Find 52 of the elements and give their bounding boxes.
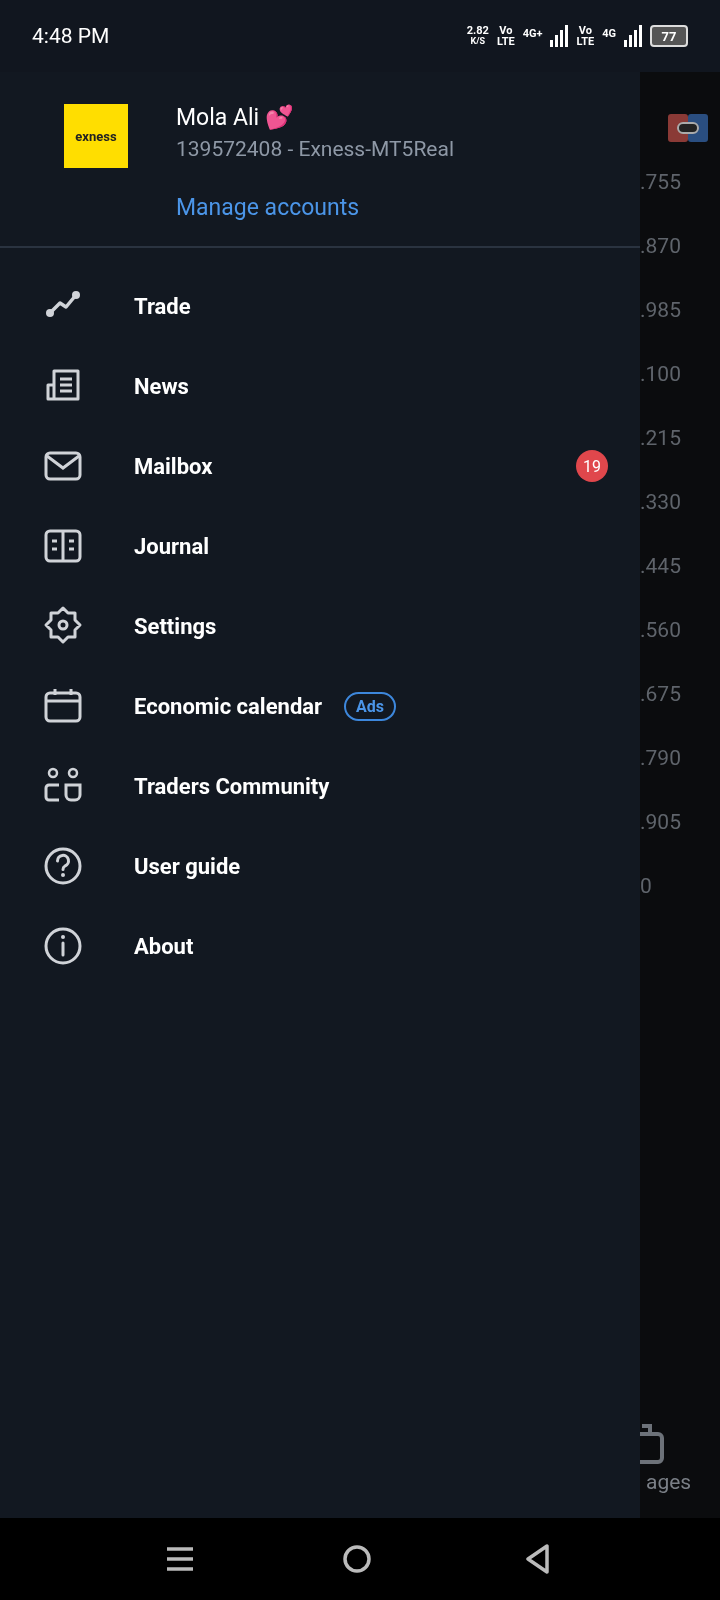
- menu-item[interactable]: Economic calendar Ads: [0, 666, 640, 746]
- menu-item[interactable]: Traders Community: [0, 746, 640, 826]
- menu-item[interactable]: About: [0, 906, 640, 986]
- status-time: 4:48 PM: [32, 24, 110, 48]
- manage-accounts-link[interactable]: Manage accounts: [176, 194, 454, 221]
- price-label: .905: [640, 809, 681, 836]
- menu-label: Trade: [134, 293, 191, 319]
- menu-item[interactable]: Mailbox 19: [0, 426, 640, 506]
- price-label: .445: [640, 553, 681, 580]
- menu-item[interactable]: News: [0, 346, 640, 426]
- home-icon[interactable]: [342, 1544, 372, 1574]
- price-label: .790: [640, 745, 681, 772]
- signal-icon: [624, 25, 642, 47]
- menu-item[interactable]: Journal: [0, 506, 640, 586]
- battery-indicator: 77: [650, 25, 688, 47]
- menu-item[interactable]: User guide: [0, 826, 640, 906]
- brand-logo: exness: [64, 104, 128, 168]
- network-speed: 2.82 K/S: [466, 25, 489, 47]
- menu-icon[interactable]: [166, 1546, 194, 1572]
- menu-label: About: [134, 933, 194, 959]
- price-label: .215: [640, 425, 681, 452]
- price-label: .985: [640, 297, 681, 324]
- menu-label: Mailbox: [134, 453, 213, 479]
- menu-label: User guide: [134, 853, 241, 879]
- price-label: 0: [640, 873, 653, 900]
- menu-label: Settings: [134, 613, 217, 639]
- back-icon[interactable]: [526, 1544, 550, 1574]
- volte-indicator: Vo LTE: [496, 25, 515, 47]
- price-label: .100: [640, 361, 681, 388]
- network-type: 4G: [602, 27, 616, 40]
- price-label: .330: [640, 489, 681, 516]
- network-type: 4G+: [522, 27, 543, 40]
- volte-indicator: Vo LTE: [576, 25, 595, 47]
- signal-icon: [550, 25, 569, 47]
- help-icon: [42, 845, 84, 887]
- account-name: Mola Ali 💕: [176, 103, 295, 133]
- menu-label: News: [134, 373, 189, 399]
- ads-tag: Ads: [344, 691, 397, 721]
- unread-count: 19: [576, 450, 608, 482]
- menu-label: Traders Community: [134, 773, 330, 799]
- toggle-icon: [668, 114, 708, 142]
- info-icon: [42, 925, 84, 967]
- tab-label[interactable]: ages: [646, 1470, 692, 1494]
- menu-item[interactable]: Trade: [0, 266, 640, 346]
- menu-item[interactable]: Settings: [0, 586, 640, 666]
- menu-label: Journal: [134, 533, 209, 559]
- account-number: 139572408 - Exness-MT5Real: [176, 136, 454, 163]
- menu-label: Economic calendar: [134, 693, 323, 719]
- price-label: .755: [640, 169, 681, 196]
- price-label: .675: [640, 681, 681, 708]
- price-label: .870: [640, 233, 681, 260]
- price-label: .560: [640, 617, 681, 644]
